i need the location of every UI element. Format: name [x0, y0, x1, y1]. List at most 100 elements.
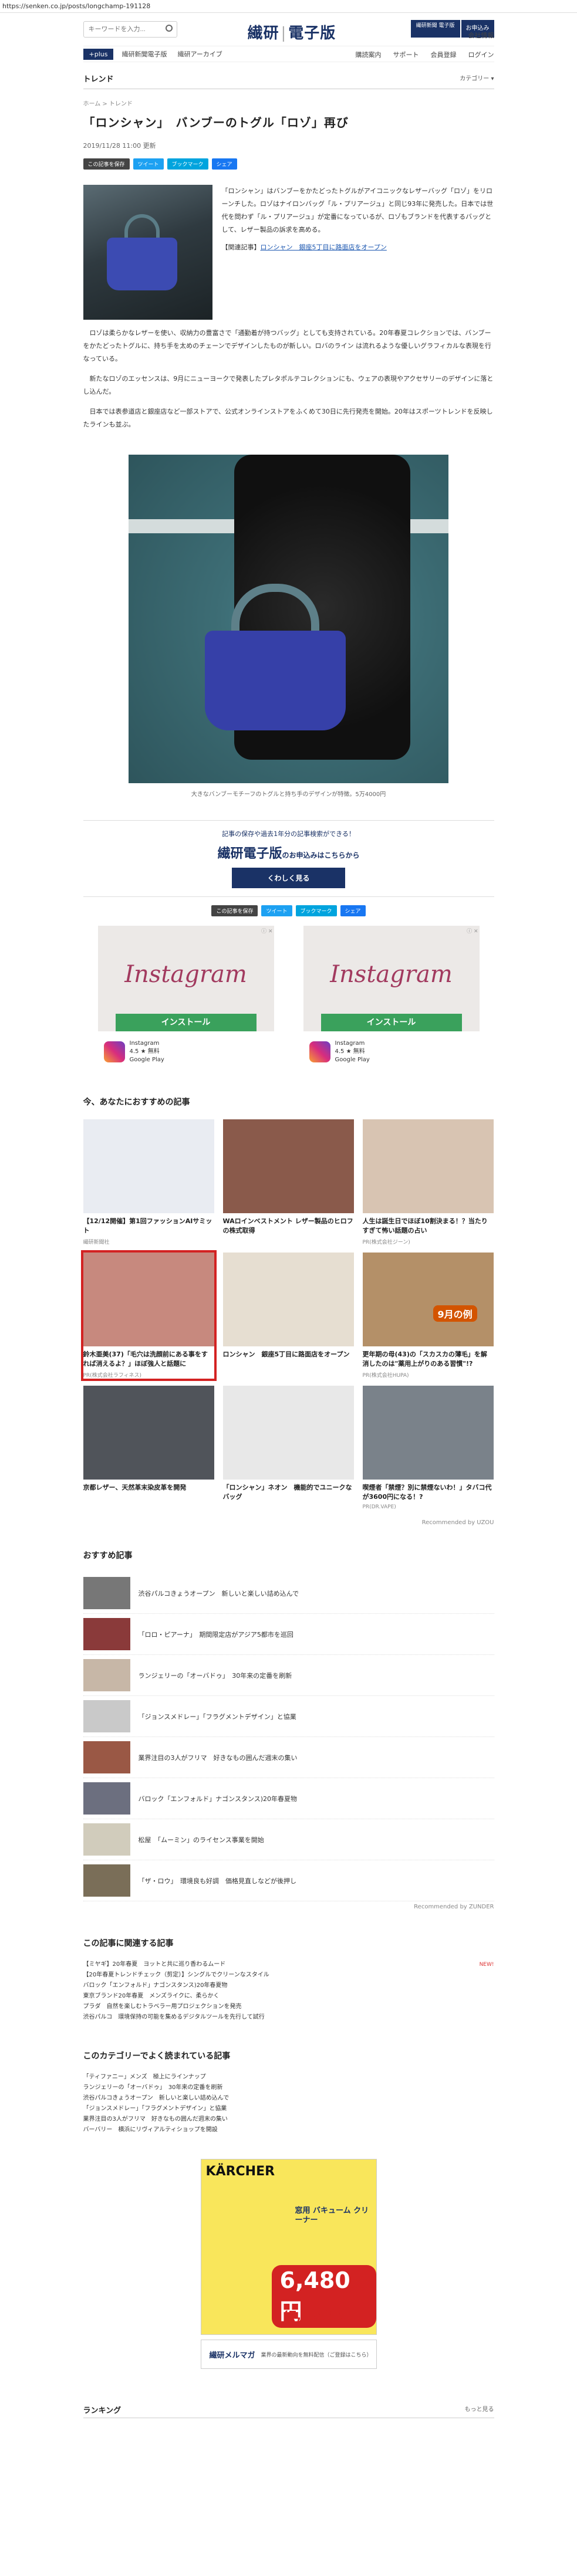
- save-article-button[interactable]: この記事を保存: [211, 905, 258, 916]
- facebook-share-button[interactable]: シェア: [211, 158, 237, 170]
- instagram-ad[interactable]: Instagram インストール Instagram 4.5 ★ 無料 Google …: [303, 926, 480, 1072]
- category-popular-item[interactable]: 「ティファニー」メンズ 極上にラインナップ: [83, 2072, 494, 2083]
- osusume-item[interactable]: 「ジョンスメドレー」「フラグメントデザイン」と協業: [83, 1696, 494, 1737]
- recommend-card[interactable]: 鈴木亜美(37)「毛穴は洗顔前にある事をすれば消えるよ？」ほぼ強人と話題に PR(…: [80, 1250, 217, 1381]
- search-input[interactable]: [83, 21, 177, 38]
- ranking-more-link[interactable]: もっと見る: [465, 2404, 494, 2415]
- instagram-icon: [103, 1041, 125, 1062]
- recommend-thumbnail: [362, 1386, 494, 1480]
- related-article-link[interactable]: ロンシャン 銀座5丁目に路面店をオープン: [261, 243, 387, 251]
- recommend-card[interactable]: 人生は誕生日でほぼ10割決まる！？当たりすぎて怖い話題の占い PR(株式会社ジーン…: [362, 1119, 494, 1245]
- recommend-title: 【12/12開催】第1回ファッションAIサミット: [83, 1217, 212, 1234]
- install-button[interactable]: インストール: [115, 1014, 257, 1031]
- trend-header: トレンド カテゴリー ▾: [83, 69, 494, 89]
- recommend-title: 京都レザー、天然革末染皮革を開発: [83, 1484, 187, 1491]
- recommend-source: PR(DR.VAPE): [362, 1504, 396, 1510]
- related-item[interactable]: 【ミヤギ】20年春夏 ヨットと共に巡り香わるムード NEW!: [83, 1959, 494, 1970]
- site-logo[interactable]: 繊研 | 電子版: [248, 21, 336, 43]
- recommend-thumbnail: [222, 1119, 354, 1213]
- recommend-source: PR(株式会社ジーン): [362, 1240, 410, 1245]
- category-popular-item[interactable]: 業界注目の3人がフリマ 好きなもの囲んだ週末の集い: [83, 2114, 494, 2125]
- recommend-title: 更年期の母(43)の「スカスカの薄毛」を解消したのは"薬用上がりのある習慣"!?: [362, 1350, 487, 1367]
- osusume-title: ランジェリーの「オーバドゥ」 30年来の定番を刷新: [138, 1671, 292, 1680]
- nav-item-login[interactable]: ログイン: [468, 50, 494, 59]
- recommend-card[interactable]: 京都レザー、天然革末染皮革を開発: [83, 1386, 214, 1510]
- recommend-card[interactable]: ロンシャン 銀座5丁目に路面店をオープン: [222, 1253, 354, 1379]
- osusume-item[interactable]: 「ザ・ロウ」 環境良も好調 価格見直しなどが後押し: [83, 1860, 494, 1901]
- recommend-badge: 9月の例: [433, 1305, 477, 1322]
- search-icon[interactable]: [165, 25, 173, 32]
- recommend-powered[interactable]: Recommended by UZOU: [83, 1519, 494, 1526]
- nav-item-register[interactable]: 会員登録: [431, 50, 457, 59]
- category-popular-item[interactable]: 渋谷パルコきょうオープン 新しいと楽しい詰め込んで: [83, 2093, 494, 2104]
- article-date: 2019/11/28 11:00 更新: [83, 142, 156, 150]
- nav-item-company[interactable]: 会社情報: [468, 31, 494, 40]
- recommend-title: 鈴木亜美(37)「毛穴は洗顔前にある事をすれば消えるよ？」ほぼ強人と話題に: [83, 1350, 208, 1367]
- image-caption: 大きなバンブーモチーフのトグルと持ち手のデザインが特徴。5万4000円: [191, 791, 386, 798]
- karcher-banner-ad[interactable]: KÄRCHER 窓用 バキューム クリーナー 6,480円 (7,128円): [200, 2159, 377, 2335]
- recommend-card[interactable]: WAロインベストメント レザー製品のヒロフの株式取得: [222, 1119, 354, 1245]
- ranking-header: ランキング もっと見る: [83, 2404, 494, 2418]
- recommend-title: 喫煙者「禁煙？別に禁煙ないわ！」タバコ代が3600円になる！?: [362, 1484, 492, 1501]
- related-item[interactable]: 東京ブランド20年春夏 メンズライクに、柔らかく: [83, 1991, 494, 2002]
- ad-info-icon[interactable]: ⓘ ✕: [467, 927, 478, 935]
- recommend-thumbnail: 9月の例: [362, 1253, 494, 1346]
- save-article-button[interactable]: この記事を保存: [83, 158, 130, 170]
- category-popular-item[interactable]: 「ジョンスメドレー」「フラグメントデザイン」と協業: [83, 2104, 494, 2114]
- osusume-thumbnail: [83, 1741, 130, 1773]
- related-item-text: 渋谷パルコ 環境保持の可能を集めるデジタルツールを先行して試行: [83, 2014, 265, 2020]
- recommend-thumbnail: [222, 1253, 354, 1346]
- related-item[interactable]: 渋谷パルコ 環境保持の可能を集めるデジタルツールを先行して試行: [83, 2012, 494, 2023]
- related-item[interactable]: プラダ 自然を楽しむトラベラー用プロジェクションを発売: [83, 2002, 494, 2012]
- newspaper-link[interactable]: 繊研新聞 電子版: [410, 20, 460, 38]
- bookmark-button[interactable]: ブックマーク: [295, 905, 337, 916]
- recommend-title: 今、あなたにおすすめの記事: [83, 1098, 190, 1107]
- osusume-title: 「ジョンスメドレー」「フラグメントデザイン」と協業: [138, 1712, 296, 1721]
- recommend-source: 繊研新聞社: [83, 1240, 110, 1245]
- category-popular-item[interactable]: バーバリー 横浜にリヴィアルティショップを開設: [83, 2125, 494, 2135]
- osusume-title: バロック「エンフォルド」ナゴンスタンス)20年春夏物: [138, 1795, 298, 1803]
- bookmark-button[interactable]: ブックマーク: [167, 158, 208, 170]
- related-item[interactable]: バロック「エンフォルド」ナゴンスタンス)20年春夏物: [83, 1981, 494, 1991]
- browser-url-bar[interactable]: https://senken.co.jp/posts/longchamp-191…: [0, 0, 577, 13]
- tweet-button[interactable]: ツイート: [133, 158, 164, 170]
- article-paragraph: 日本では表参道店と銀座店など一部ストアで、公式オンラインストアをふくめて30日に…: [83, 408, 493, 428]
- main-nav: +plus 繊研新聞電子版 繊研アーカイブ 購読案内 サポート 会員登録 ログイ…: [83, 46, 494, 62]
- plus-link[interactable]: +plus: [83, 48, 114, 60]
- category-popular-item[interactable]: ランジェリーの「オーバドゥ」 30年来の定番を刷新: [83, 2083, 494, 2093]
- recommend-thumbnail: [83, 1253, 214, 1346]
- breadcrumb[interactable]: ホーム > トレンド: [83, 99, 494, 107]
- osusume-item[interactable]: 松屋 「ムーミン」のライセンス事業を開始: [83, 1819, 494, 1860]
- recommend-card[interactable]: 「ロンシャン」ネオン 機能的でユニークなバッグ: [222, 1386, 354, 1510]
- osusume-item[interactable]: 業界注目の3人がフリマ 好きなもの囲んだ週末の集い: [83, 1737, 494, 1778]
- promo-details-button[interactable]: くわしく見る: [232, 868, 345, 888]
- related-item[interactable]: 【20年春夏トレンドチェック（剪定）】シングルでクリーンなスタイル: [83, 1970, 494, 1981]
- recommend-title: 人生は誕生日でほぼ10割決まる！？当たりすぎて怖い話題の占い: [362, 1217, 488, 1234]
- osusume-title: 松屋 「ムーミン」のライセンス事業を開始: [138, 1836, 264, 1844]
- nav-item-digital[interactable]: 繊研新聞電子版: [122, 49, 167, 59]
- osusume-powered[interactable]: Recommended by ZUNDER: [83, 1904, 494, 1910]
- category-dropdown[interactable]: カテゴリー ▾: [460, 69, 494, 89]
- osusume-thumbnail: [83, 1782, 130, 1815]
- ad-brand: KÄRCHER: [205, 2164, 275, 2179]
- instagram-ad[interactable]: Instagram インストール Instagram 4.5 ★ 無料 Google …: [97, 926, 274, 1072]
- install-button[interactable]: インストール: [320, 1014, 462, 1031]
- nav-item-archive[interactable]: 繊研アーカイブ: [177, 49, 222, 59]
- nav-item-support[interactable]: サポート: [393, 50, 419, 59]
- osusume-item[interactable]: 渋谷パルコきょうオープン 新しいと楽しい詰め込んで: [83, 1573, 494, 1614]
- osusume-item[interactable]: バロック「エンフォルド」ナゴンスタンス)20年春夏物: [83, 1778, 494, 1819]
- osusume-thumbnail: [83, 1618, 130, 1650]
- newsletter-banner[interactable]: 繊研メルマガ 業界の最新動向を無料配信（ご登録はこちら）: [200, 2340, 377, 2369]
- nav-item-subscribe[interactable]: 購読案内: [356, 50, 382, 59]
- osusume-thumbnail: [83, 1864, 130, 1897]
- osusume-item[interactable]: ランジェリーの「オーバドゥ」 30年来の定番を刷新: [83, 1655, 494, 1696]
- tweet-button[interactable]: ツイート: [261, 905, 292, 916]
- section-title: トレンド: [83, 75, 114, 84]
- recommend-card[interactable]: 喫煙者「禁煙？別に禁煙ないわ！」タバコ代が3600円になる！? PR(DR.VAP…: [362, 1386, 494, 1510]
- facebook-share-button[interactable]: シェア: [340, 905, 366, 916]
- osusume-item[interactable]: 「ロロ・ピアーナ」 期間限定店がアジア5都市を巡回: [83, 1614, 494, 1655]
- ad-info-icon[interactable]: ⓘ ✕: [261, 927, 272, 935]
- osusume-title: 「ザ・ロウ」 環境良も好調 価格見直しなどが後押し: [138, 1877, 297, 1885]
- recommend-card[interactable]: 【12/12開催】第1回ファッションAIサミット繊研新聞社: [83, 1119, 214, 1245]
- recommend-card[interactable]: 9月の例更年期の母(43)の「スカスカの薄毛」を解消したのは"薬用上がりのある習…: [362, 1253, 494, 1379]
